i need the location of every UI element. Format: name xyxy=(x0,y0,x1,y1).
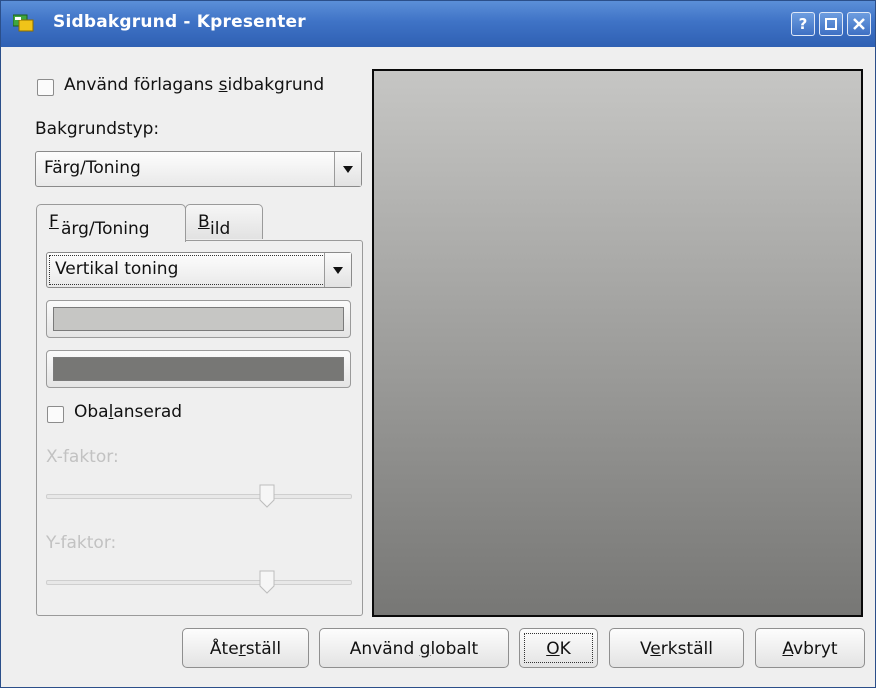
background-type-select[interactable]: Färg/Toning xyxy=(35,151,362,187)
gradient-type-select[interactable]: Vertikal toning xyxy=(46,252,352,288)
tab-mnemonic: B xyxy=(198,212,210,232)
slider-groove xyxy=(46,494,352,499)
kpresenter-app-icon xyxy=(13,14,34,32)
btn-label: lobalt xyxy=(430,639,479,659)
tab-label: Bild xyxy=(198,212,230,239)
title-bar[interactable]: Sidbakgrund - Kpresenter ? xyxy=(1,1,875,47)
btn-label: rkställ xyxy=(660,639,713,659)
color-gradient-panel xyxy=(36,240,363,616)
cancel-button[interactable]: Avbryt xyxy=(755,628,865,668)
unbalanced-label[interactable]: Obalanserad xyxy=(74,402,182,422)
maximize-icon xyxy=(825,18,837,30)
background-type-value: Färg/Toning xyxy=(44,158,141,178)
maximize-button[interactable] xyxy=(819,12,843,36)
btn-mnemonic: g xyxy=(419,639,431,659)
color2-swatch xyxy=(53,357,344,381)
help-button[interactable]: ? xyxy=(791,12,815,36)
btn-label: ställ xyxy=(245,639,282,659)
ok-button[interactable]: OK xyxy=(519,628,598,668)
label-part: anserad xyxy=(113,402,183,422)
chevron-down-icon[interactable] xyxy=(334,152,361,186)
close-icon xyxy=(853,18,865,30)
slider-handle-icon[interactable] xyxy=(259,570,275,594)
background-type-label: Bakgrundstyp: xyxy=(35,119,160,139)
unbalanced-checkbox[interactable] xyxy=(47,406,64,423)
tab-color-gradient[interactable]: Färg/Toning xyxy=(36,204,186,242)
label-part: Använd förlagans xyxy=(64,75,219,95)
btn-label: vbryt xyxy=(793,639,838,659)
btn-mnemonic: A xyxy=(782,639,794,659)
tab-label-rest: ärg/Toning xyxy=(61,219,150,239)
x-factor-slider[interactable] xyxy=(46,484,352,508)
apply-button[interactable]: Verkställ xyxy=(609,628,744,668)
tab-label-rest: ild xyxy=(210,219,231,239)
use-template-background-checkbox[interactable] xyxy=(37,79,54,96)
tab-mnemonic: F xyxy=(49,212,59,232)
color1-swatch xyxy=(53,307,344,331)
btn-label: Använd xyxy=(349,639,420,659)
slider-handle-icon[interactable] xyxy=(259,484,275,508)
chevron-down-icon[interactable] xyxy=(324,253,351,287)
btn-label: K xyxy=(559,639,571,659)
btn-label: V xyxy=(639,639,651,659)
reset-button[interactable]: Återställ xyxy=(182,628,309,668)
y-factor-slider[interactable] xyxy=(46,570,352,594)
color2-button[interactable] xyxy=(46,350,351,388)
close-button[interactable] xyxy=(847,12,871,36)
slider-groove xyxy=(46,580,352,585)
btn-mnemonic: r xyxy=(238,639,246,659)
gradient-type-value: Vertikal toning xyxy=(55,259,179,279)
tab-label: Färg/Toning xyxy=(49,212,150,239)
background-preview xyxy=(372,69,863,617)
dialog-window: Sidbakgrund - Kpresenter ? Använd förlag… xyxy=(0,0,876,688)
btn-mnemonic: O xyxy=(546,639,560,659)
btn-mnemonic: e xyxy=(650,639,661,659)
btn-label: Åte xyxy=(209,639,239,659)
label-part: Oba xyxy=(74,402,109,422)
label-part: idbakgrund xyxy=(227,75,325,95)
apply-globally-button[interactable]: Använd globalt xyxy=(319,628,509,668)
color1-button[interactable] xyxy=(46,300,351,338)
window-title: Sidbakgrund - Kpresenter xyxy=(53,12,306,32)
use-template-background-label[interactable]: Använd förlagans sidbakgrund xyxy=(64,75,324,95)
tab-image[interactable]: Bild xyxy=(185,204,263,239)
x-factor-label: X-faktor: xyxy=(46,447,119,467)
y-factor-label: Y-faktor: xyxy=(46,533,117,553)
